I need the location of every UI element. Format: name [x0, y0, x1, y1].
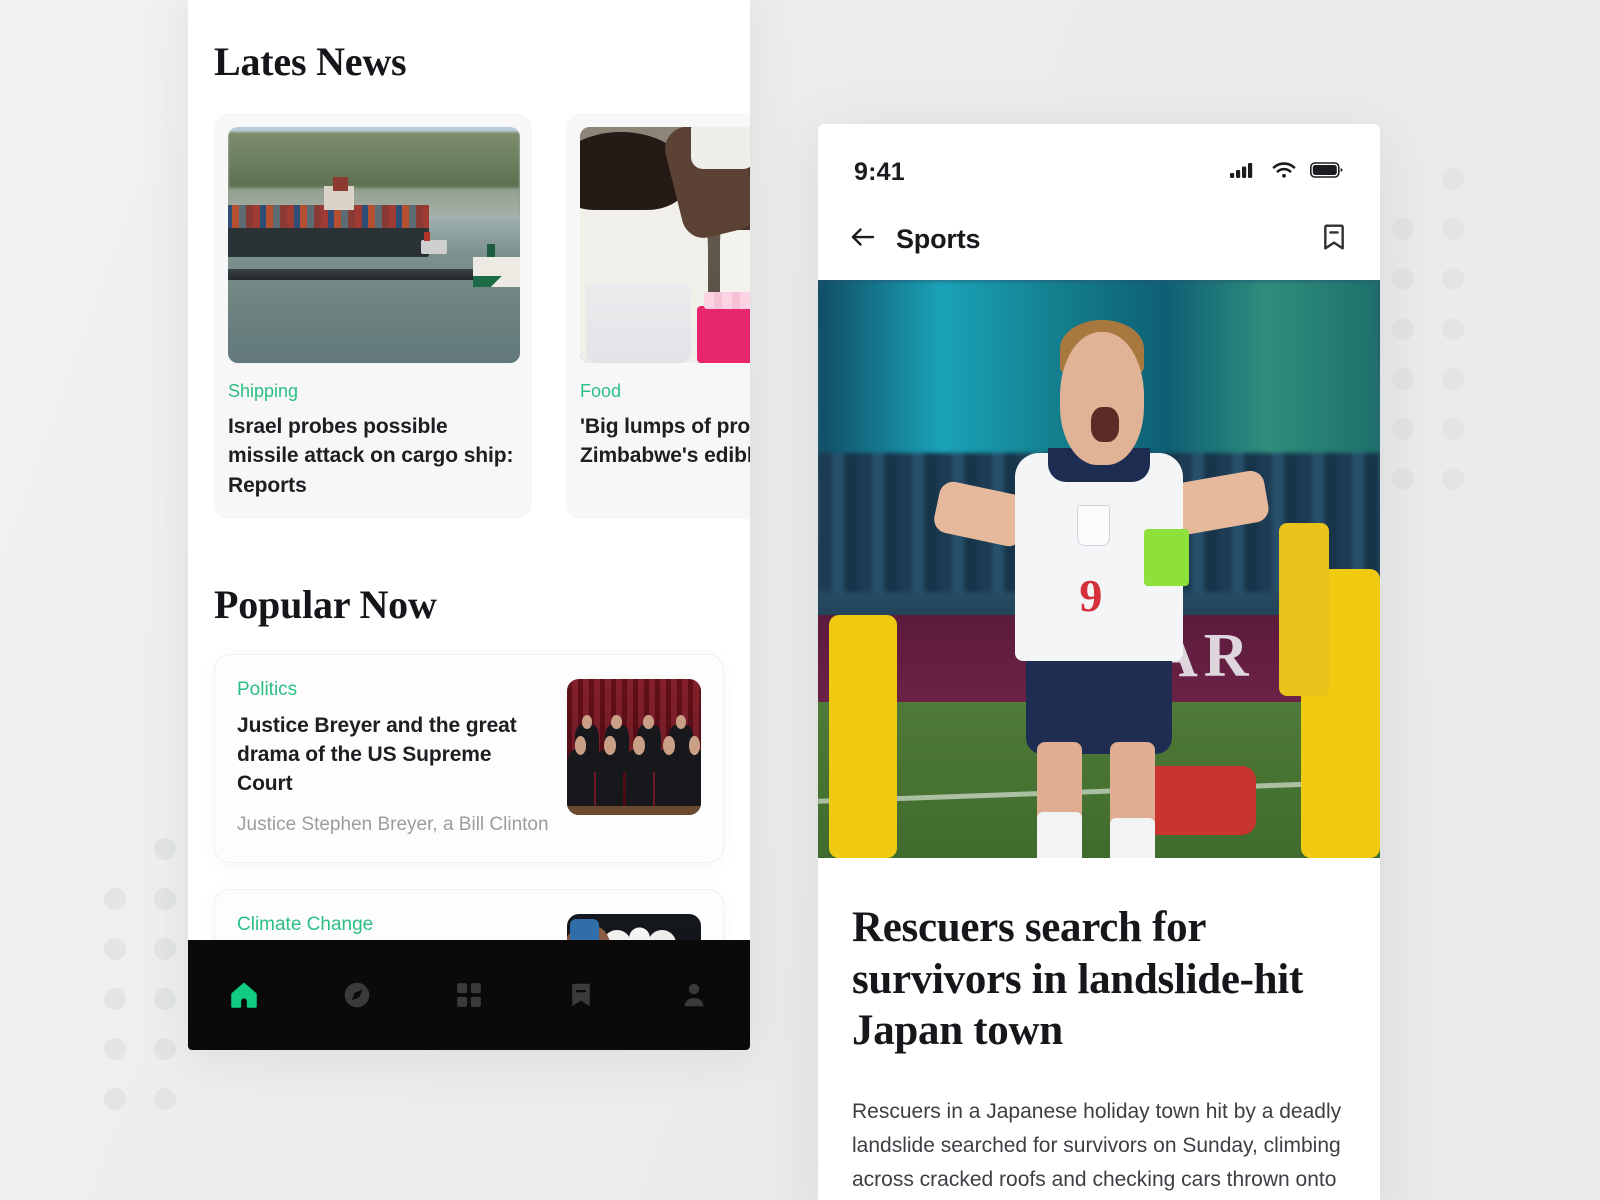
decorative-dot-grid-left — [104, 838, 176, 1110]
person-icon — [679, 980, 709, 1010]
popular-article-text: Politics Justice Breyer and the great dr… — [237, 679, 549, 838]
tab-profile[interactable] — [666, 967, 722, 1023]
cargo-ship-photo — [228, 127, 520, 363]
app-bar: Sports — [818, 198, 1380, 280]
compass-icon — [341, 979, 373, 1011]
latest-news-card[interactable]: Shipping Israel probes possible missile … — [214, 113, 532, 520]
home-screen-content: Lates News Shipping Israel probes possib… — [188, 38, 750, 1050]
latest-news-carousel[interactable]: Shipping Israel probes possible missile … — [214, 113, 750, 520]
status-bar-clock: 9:41 — [854, 157, 905, 186]
article-category: Politics — [237, 679, 298, 701]
latest-news-section-title: Lates News — [214, 39, 407, 84]
back-arrow-icon[interactable] — [848, 222, 878, 257]
cellular-signal-icon — [1230, 160, 1258, 185]
article-headline: Rescuers search for survivors in landsli… — [852, 904, 1303, 1055]
popular-article-card[interactable]: Politics Justice Breyer and the great dr… — [214, 654, 724, 863]
tab-bookmarks[interactable] — [553, 967, 609, 1023]
article-paragraph: Rescuers in a Japanese holiday town hit … — [852, 1099, 1342, 1191]
article-category: Climate Change — [237, 913, 374, 935]
app-mockup-canvas: Lates News Shipping Israel probes possib… — [0, 0, 1600, 1200]
us-supreme-court-justices-photo — [567, 679, 701, 816]
grid-icon — [454, 980, 484, 1010]
status-bar-icons — [1230, 160, 1344, 185]
wifi-icon — [1271, 160, 1297, 185]
tab-categories[interactable] — [441, 967, 497, 1023]
article-headline: Justice Breyer and the great drama of th… — [237, 714, 517, 795]
page-title: Sports — [896, 223, 981, 254]
tab-home[interactable] — [216, 967, 272, 1023]
decorative-dot-grid-right — [1392, 168, 1464, 490]
footballer-celebrating-photo: TAR 9 — [818, 280, 1380, 858]
bookmark-remove-icon[interactable] — [1318, 221, 1350, 258]
article-headline: 'Big lumps of protein': Zimbabwe's edibl… — [580, 414, 750, 468]
laboratory-scientists-photo — [580, 127, 750, 363]
article-category: Food — [580, 381, 622, 401]
home-icon — [227, 978, 261, 1012]
latest-news-card[interactable]: Food 'Big lumps of protein': Zimbabwe's … — [566, 113, 750, 520]
home-screen-phone: Lates News Shipping Israel probes possib… — [188, 0, 750, 1050]
article-summary: Justice Stephen Breyer, a Bill Clinton — [237, 813, 549, 835]
article-body-container: Rescuers search for survivors in landsli… — [818, 902, 1380, 1200]
tab-explore[interactable] — [329, 967, 385, 1023]
battery-icon — [1310, 160, 1344, 185]
popular-now-section-title: Popular Now — [214, 582, 437, 628]
bookmark-icon — [566, 980, 596, 1010]
article-detail-phone: 9:41 Sports 9 Rescuers search for surviv… — [818, 124, 1380, 1200]
article-headline: Israel probes possible missile attack on… — [228, 414, 514, 498]
article-category: Shipping — [228, 381, 299, 401]
status-bar: 9:41 — [818, 124, 1380, 198]
bottom-tab-bar[interactable] — [188, 940, 750, 1050]
